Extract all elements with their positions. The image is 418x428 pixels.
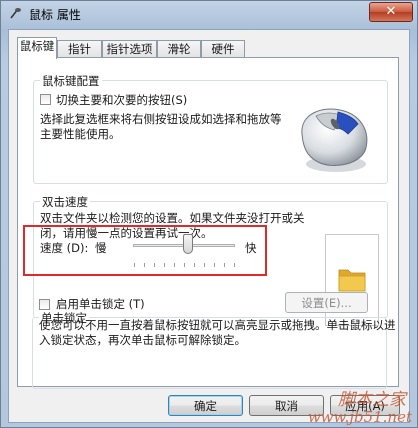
watermark-text: 脚本之家 [338, 390, 406, 410]
click-lock-checkbox-label[interactable]: 启用单击锁定 (T) [56, 296, 145, 312]
tab-hardware[interactable]: 硬件 [201, 40, 245, 57]
tab-pointer-options[interactable]: 指针选项 [102, 40, 157, 57]
mouse-illustration-icon [301, 108, 368, 172]
double-click-label: 双击速度 [40, 194, 90, 210]
window-title: 鼠标 属性 [29, 8, 81, 22]
click-lock-checkbox[interactable] [39, 299, 50, 310]
button-config-description: 选择此复选框来将右侧按钮设成如选择和拖放等主要性能使用。 [40, 112, 282, 141]
tab-wheel[interactable]: 滑轮 [157, 40, 201, 57]
title-bar[interactable]: 鼠标 属性 ✕ [1, 1, 417, 25]
dialog-client-area: 鼠标键 指针 指针选项 滑轮 硬件 鼠标键配置 切换主要和次要的按钮(S) 选择… [8, 29, 410, 423]
tab-pointers[interactable]: 指针 [57, 40, 102, 57]
mouse-app-icon [10, 8, 21, 19]
switch-buttons-checkbox[interactable] [40, 94, 51, 105]
click-lock-description: 使您可以不用一直按着鼠标按钮就可以高亮显示或拖拽。单击鼠标以进入锁定状态，再次单… [39, 318, 396, 347]
ok-button[interactable]: 确定 [168, 395, 243, 416]
folder-icon [338, 269, 366, 292]
button-config-label: 鼠标键配置 [40, 73, 102, 89]
close-button[interactable]: ✕ [369, 2, 413, 22]
click-lock-settings-button[interactable]: 设置(E)... [285, 292, 368, 313]
switch-buttons-label[interactable]: 切换主要和次要的按钮(S) [56, 92, 187, 108]
speed-highlight-box [23, 225, 267, 276]
watermark-url: www.jb51.net [307, 408, 412, 426]
mouse-properties-window: 鼠标 属性 ✕ 鼠标键 指针 指针选项 滑轮 硬件 鼠标键配置 切换主要和次要的… [0, 0, 418, 428]
tab-buttons[interactable]: 鼠标键 [17, 37, 57, 59]
